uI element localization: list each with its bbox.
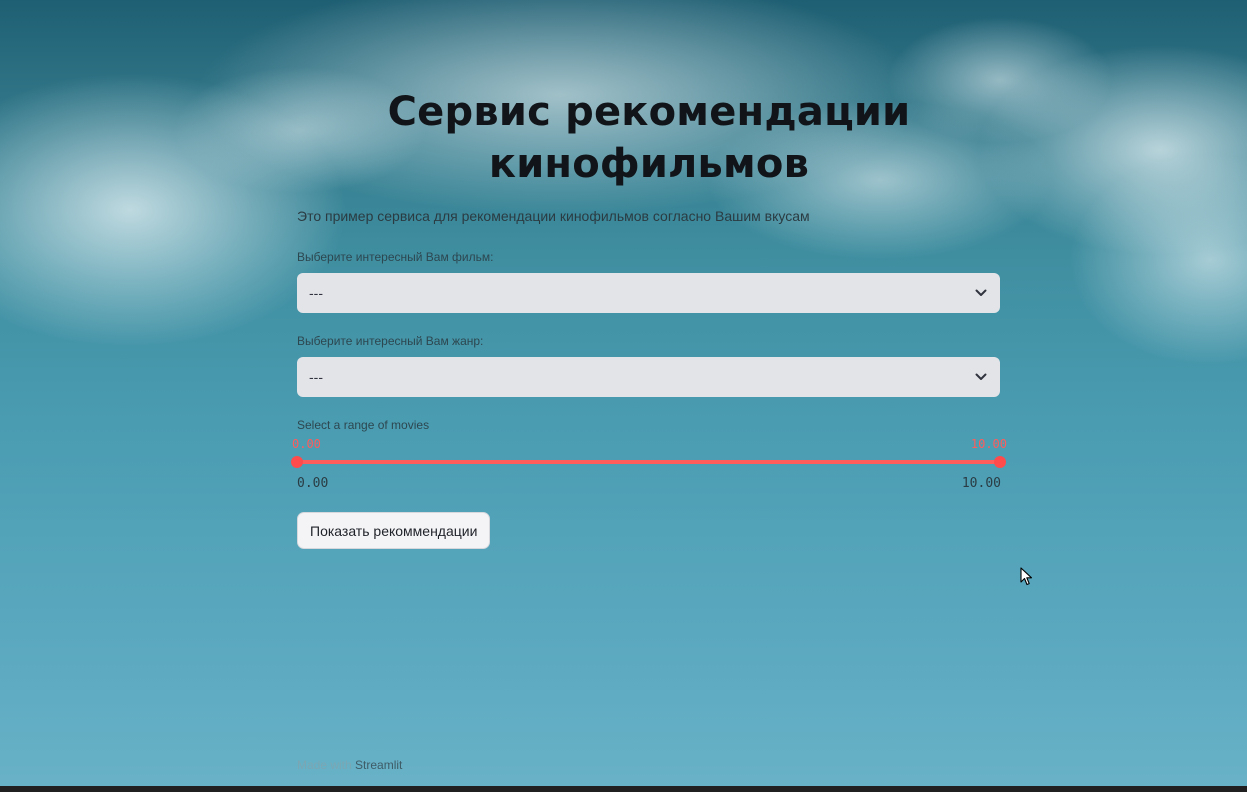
range-min-tick: 0.00	[297, 476, 329, 491]
range-max-value: 10.00	[970, 437, 1007, 451]
film-select-value: ---	[309, 285, 323, 301]
chevron-down-icon	[974, 370, 988, 384]
range-max-handle[interactable]	[994, 456, 1006, 468]
film-select[interactable]: ---	[297, 273, 1000, 313]
page-subtitle: Это пример сервиса для рекомендации кино…	[297, 208, 810, 224]
range-min-value: 0.00	[292, 437, 321, 451]
page-title: Сервис рекомендации кинофильмов	[297, 86, 1001, 190]
range-min-handle[interactable]	[291, 456, 303, 468]
genre-select[interactable]: ---	[297, 357, 1000, 397]
range-slider-label: Select a range of movies	[297, 418, 430, 432]
chevron-down-icon	[974, 286, 988, 300]
page-title-line2: кинофильмов	[488, 141, 810, 187]
genre-select-label: Выберите интересный Вам жанр:	[297, 334, 484, 348]
range-max-tick: 10.00	[961, 476, 1001, 491]
footer-made-with: Made with	[297, 758, 352, 772]
genre-select-value: ---	[309, 369, 323, 385]
mouse-cursor-icon	[1020, 567, 1033, 586]
film-select-label: Выберите интересный Вам фильм:	[297, 250, 494, 264]
footer-streamlit-link[interactable]: Streamlit	[355, 758, 402, 772]
taskbar	[0, 786, 1247, 792]
show-recommendations-button[interactable]: Показать рекоммендации	[297, 512, 491, 549]
footer: Made with Streamlit	[297, 758, 402, 772]
range-slider-track[interactable]	[297, 460, 1000, 464]
page-title-line1: Сервис рекомендации	[387, 89, 911, 135]
